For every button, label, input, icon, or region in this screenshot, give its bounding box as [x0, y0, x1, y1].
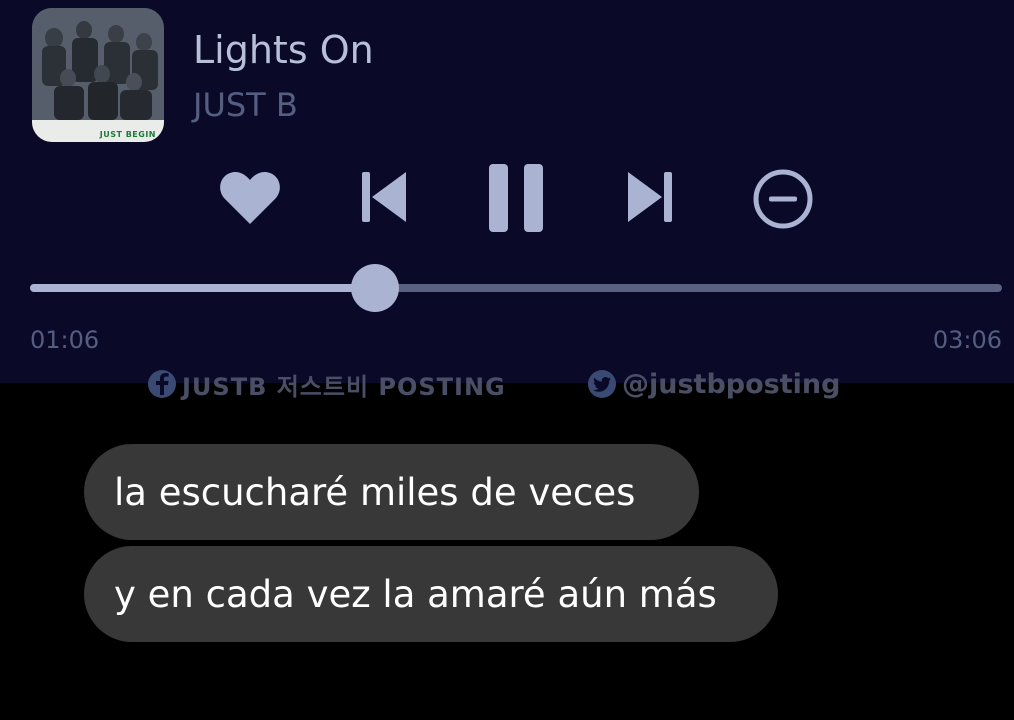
watermark-facebook-text: JUSTB 저스트비 POSTING [182, 372, 506, 401]
total-duration: 03:06 [932, 326, 1002, 354]
music-player: JUST BEGIN Lights On JUST B 01:06 03:06 [0, 0, 1014, 383]
pause-icon[interactable] [489, 164, 543, 232]
skip-next-icon[interactable] [628, 172, 672, 222]
progress-fill [30, 284, 375, 292]
progress-bar[interactable] [30, 284, 1002, 292]
watermark-twitter-handle: @justbposting [622, 368, 841, 400]
watermark-twitter: @justbposting [588, 366, 840, 402]
skip-previous-icon[interactable] [362, 172, 406, 222]
message-text: la escucharé miles de veces [114, 470, 636, 514]
album-cover-photo [32, 8, 164, 120]
twitter-icon [588, 370, 616, 398]
song-title: Lights On [193, 28, 374, 72]
message-text: y en cada vez la amaré aún más [114, 572, 717, 616]
minus-circle-icon[interactable] [752, 168, 814, 230]
message-bubble[interactable]: y en cada vez la amaré aún más [84, 546, 778, 642]
album-cover[interactable]: JUST BEGIN [32, 8, 164, 142]
facebook-icon [148, 370, 176, 398]
message-bubble[interactable]: la escucharé miles de veces [84, 444, 699, 540]
album-cover-label: JUST BEGIN [99, 130, 156, 139]
watermark-facebook: JUSTB 저스트비 POSTING [148, 366, 506, 402]
elapsed-time: 01:06 [30, 326, 100, 354]
artist-name[interactable]: JUST B [193, 86, 298, 124]
progress-thumb[interactable] [351, 264, 399, 312]
heart-icon[interactable] [219, 168, 281, 226]
